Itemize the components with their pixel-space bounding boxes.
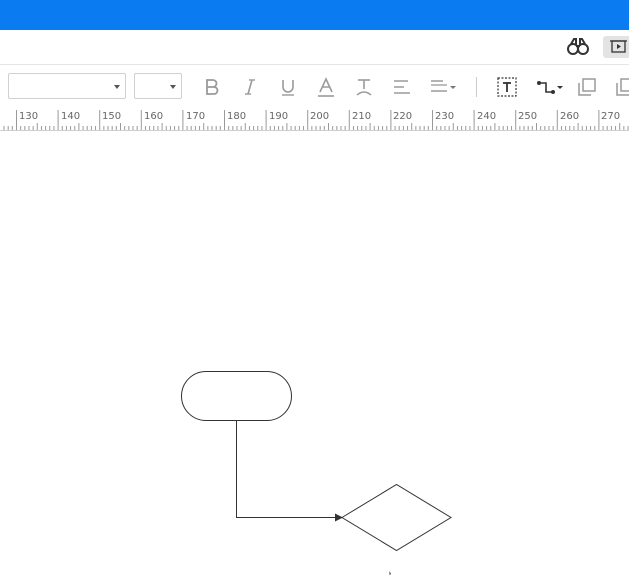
ruler-label: 240 xyxy=(477,111,497,122)
play-screen-icon xyxy=(610,40,627,53)
bold-icon[interactable] xyxy=(200,75,224,99)
binoculars-icon[interactable] xyxy=(567,37,589,57)
font-family-select[interactable] xyxy=(8,73,126,99)
line-spacing-icon[interactable] xyxy=(428,75,460,99)
horizontal-ruler: 130 140 150 160 170 180 190 200 210 220 … xyxy=(0,110,629,131)
ruler-label: 180 xyxy=(227,111,247,122)
decision-shape[interactable] xyxy=(341,483,452,552)
ruler-label: 250 xyxy=(518,111,538,122)
font-size-select[interactable] xyxy=(134,73,182,99)
toolbar-divider xyxy=(476,77,477,97)
send-to-back-icon[interactable] xyxy=(613,75,629,99)
text-box-icon[interactable] xyxy=(495,75,519,99)
text-style-icon[interactable] xyxy=(352,75,376,99)
connector-icon[interactable] xyxy=(535,75,565,99)
ruler-label: 260 xyxy=(560,111,580,122)
italic-icon[interactable] xyxy=(238,75,262,99)
diagram-svg xyxy=(181,371,452,575)
ruler-label: 190 xyxy=(269,111,289,122)
align-left-icon[interactable] xyxy=(390,75,414,99)
ruler-label: 230 xyxy=(435,111,455,122)
ruler-label: 140 xyxy=(61,111,81,122)
ruler-label: 270 xyxy=(601,111,621,122)
mouse-cursor-icon xyxy=(389,571,391,575)
underline-icon[interactable] xyxy=(276,75,300,99)
diagram-canvas[interactable] xyxy=(0,131,629,575)
presentation-button[interactable] xyxy=(603,36,629,58)
title-bar xyxy=(0,0,629,30)
chevron-down-icon xyxy=(170,85,176,89)
ruler-label: 220 xyxy=(393,111,413,122)
ruler-label: 130 xyxy=(19,111,39,122)
ruler-label: 200 xyxy=(310,111,330,122)
connector-line[interactable] xyxy=(236,421,337,518)
terminator-shape[interactable] xyxy=(181,371,292,421)
font-color-icon[interactable] xyxy=(314,75,338,99)
ruler-label: 210 xyxy=(352,111,372,122)
bring-to-front-icon[interactable] xyxy=(575,75,599,99)
chevron-down-icon xyxy=(114,85,120,89)
ruler-label: 150 xyxy=(102,111,122,122)
ruler-label: 160 xyxy=(144,111,164,122)
ruler-label: 170 xyxy=(186,111,206,122)
top-action-bar xyxy=(0,30,629,65)
